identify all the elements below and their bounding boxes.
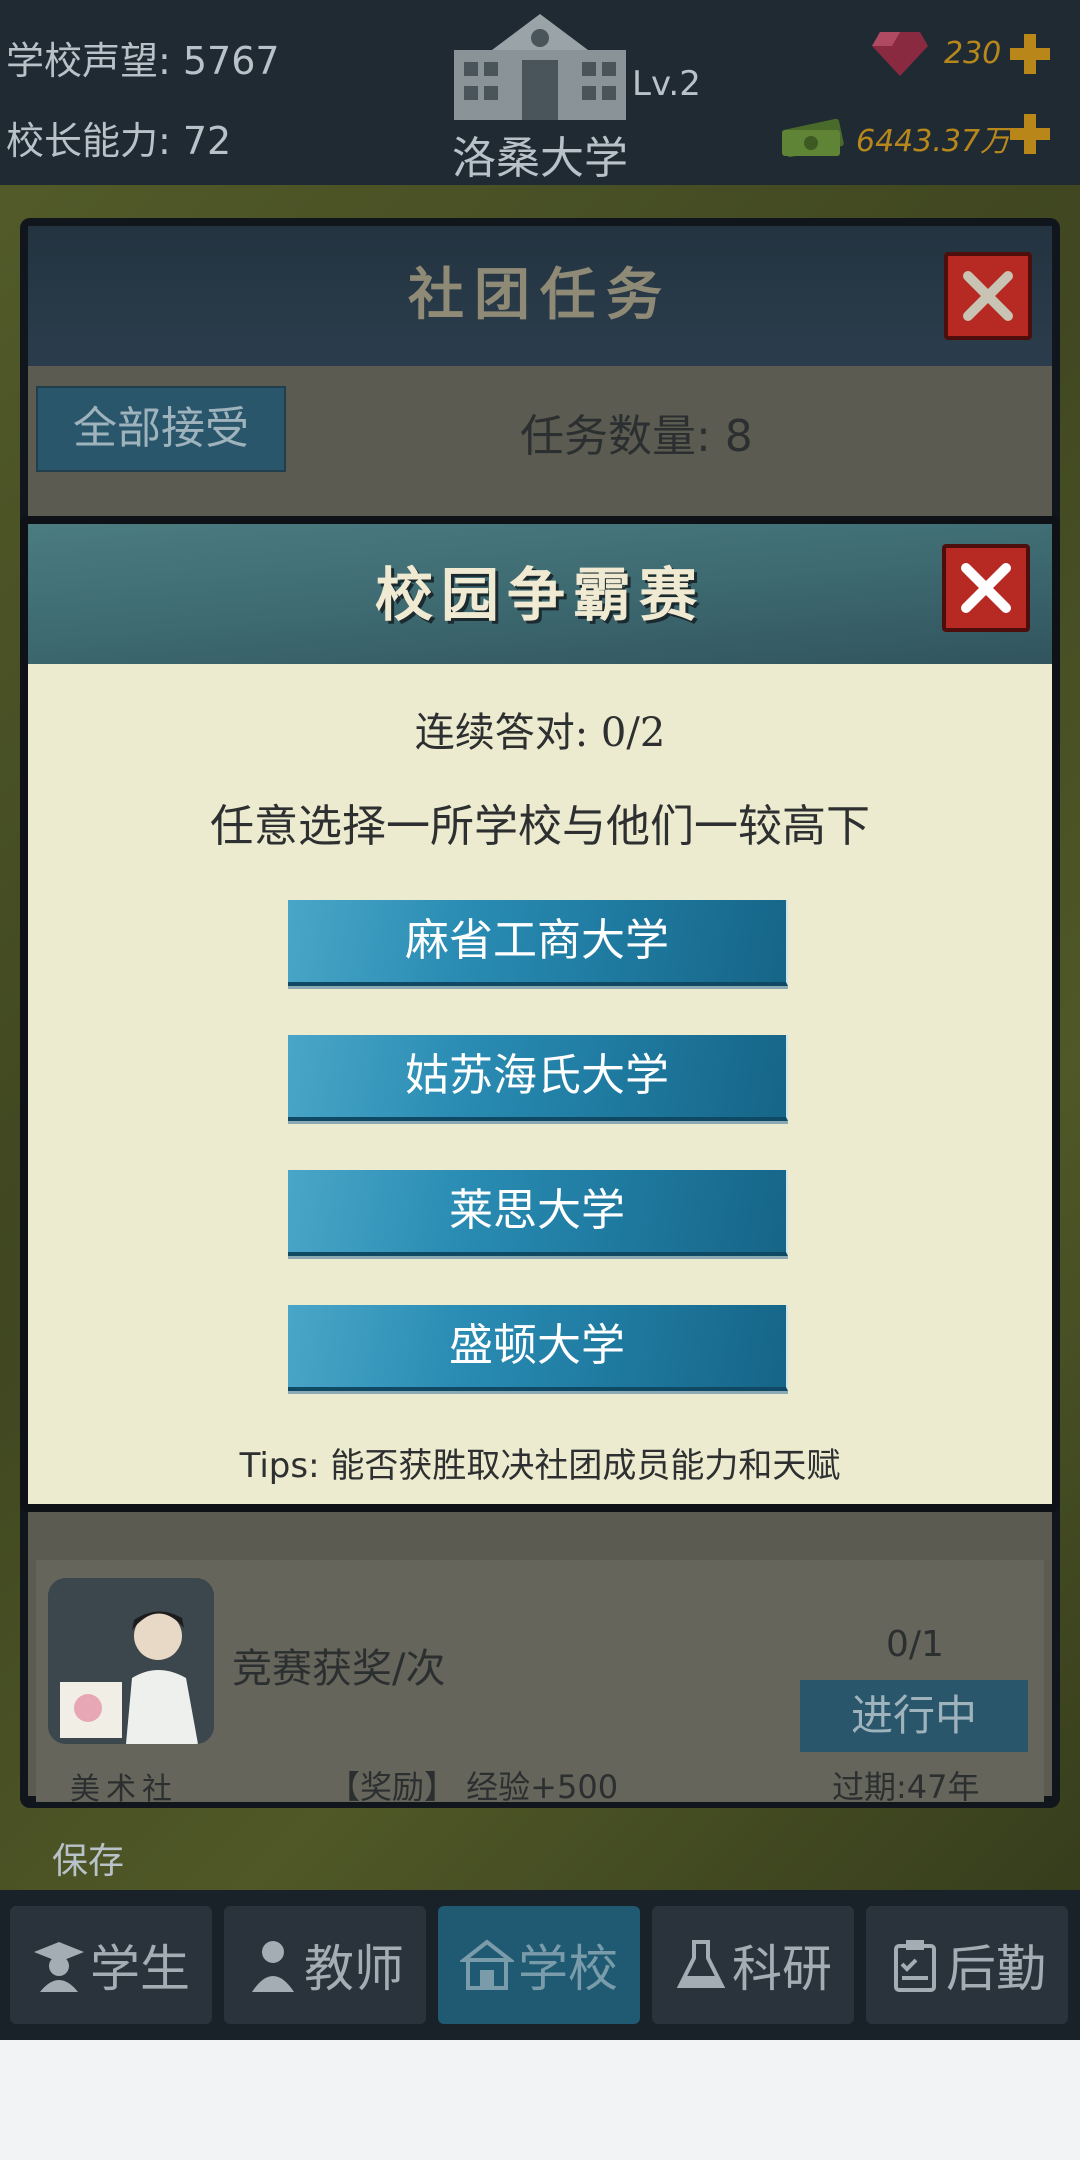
principal-ability-text: 校长能力: 72 [6,119,232,163]
school-option-button[interactable]: 麻省工商大学 [288,900,788,986]
close-icon [963,271,1013,321]
add-gems-button[interactable] [1006,30,1054,78]
cash-icon [782,118,844,158]
nav-label: 教师 [304,1940,404,1998]
school-option-button[interactable]: 莱思大学 [288,1170,788,1256]
instruction-text: 任意选择一所学校与他们一较高下 [210,801,870,852]
task-reward: 【奖励】 经验+500 [328,1768,619,1806]
gem-count: 230 [944,36,1002,71]
nav-research[interactable]: 科研 [652,1906,854,2024]
school-option-button[interactable]: 盛顿大学 [288,1305,788,1391]
nav-students[interactable]: 学生 [10,1906,212,2024]
club-close-button[interactable] [944,252,1032,340]
tips-text: Tips: 能否获胜取决社团成员能力和天赋 [239,1446,841,1486]
close-icon [961,563,1011,613]
nav-school[interactable]: 学校 [438,1906,640,2024]
task-name: 竞赛获奖/次 [232,1646,446,1692]
task-status-button[interactable]: 进行中 [800,1680,1028,1752]
nav-teachers[interactable]: 教师 [224,1906,426,2024]
task-club-name: 美术社 [70,1772,178,1807]
nav-label: 后勤 [946,1940,1046,1998]
nav-label: 科研 [732,1940,832,1998]
add-money-button[interactable] [1006,110,1054,158]
flask-icon [676,1940,726,1988]
money-amount: 6443.37万 [856,124,1011,159]
task-expire: 过期:47年 [832,1768,980,1806]
system-nav-area [0,2040,1080,2160]
clipboard-icon [894,1940,936,1992]
artist-portrait-icon [48,1578,214,1744]
nav-label: 学生 [90,1940,190,1998]
club-avatar [48,1578,214,1744]
task-count: 任务数量: 8 [520,411,753,462]
club-task-title: 社团任务 [408,262,672,328]
task-progress: 0/1 [886,1624,944,1665]
school-level: Lv.2 [632,64,701,104]
save-button[interactable]: 保存 [52,1832,124,1884]
nav-logistics[interactable]: 后勤 [866,1906,1068,2024]
modal-close-button[interactable] [942,544,1030,632]
school-icon [460,1939,514,1990]
student-icon [34,1942,84,1992]
school-building-icon [454,14,626,120]
answer-streak: 连续答对: 0/2 [414,710,666,756]
teacher-icon [252,1941,294,1992]
accept-all-button[interactable]: 全部接受 [36,386,286,472]
school-name: 洛桑大学 [452,133,628,184]
championship-title: 校园争霸赛 [374,561,705,629]
nav-label: 学校 [518,1940,618,1998]
reputation-text: 学校声望: 5767 [6,39,280,83]
school-option-button[interactable]: 姑苏海氏大学 [288,1035,788,1121]
gem-icon [872,32,928,76]
